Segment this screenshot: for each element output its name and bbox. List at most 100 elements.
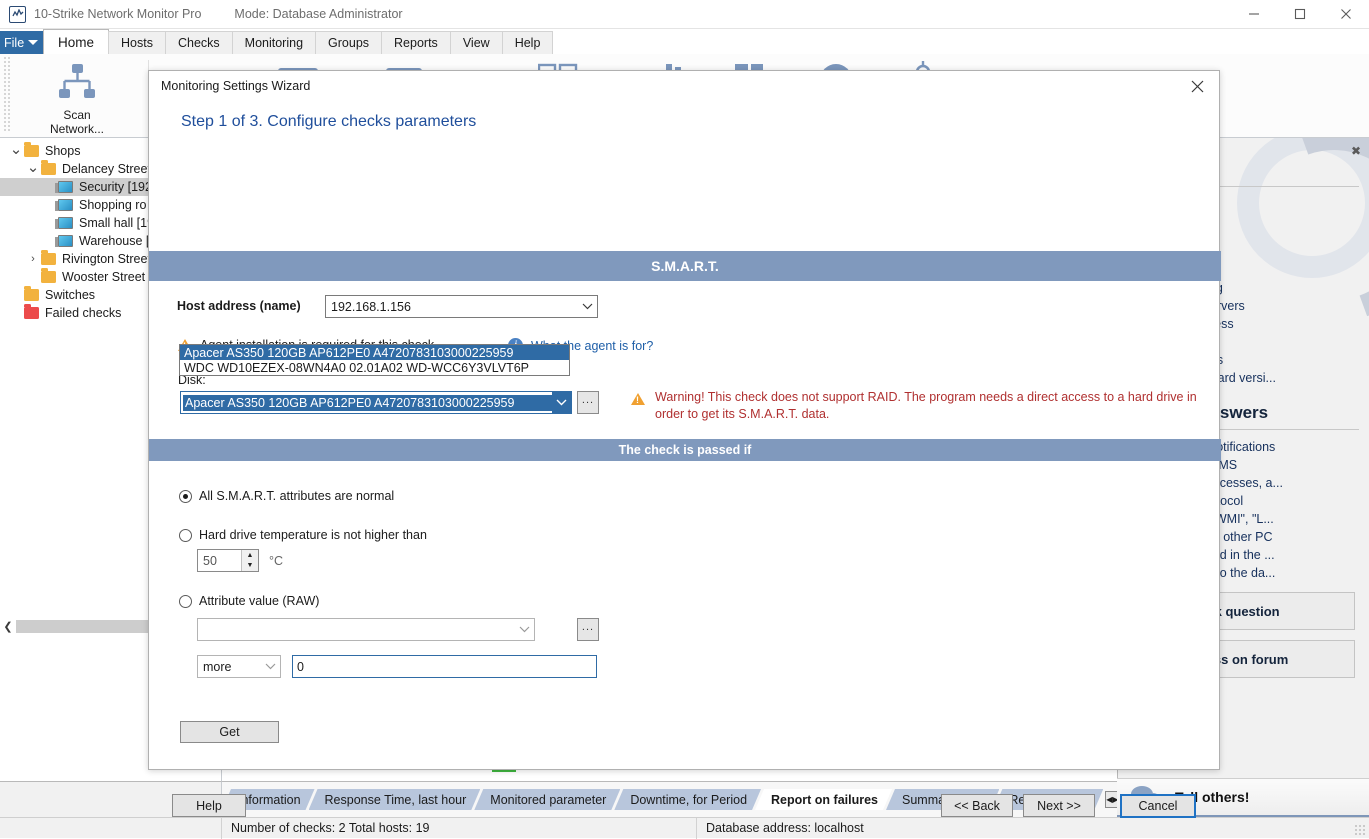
app-title: 10-Strike Network Monitor Pro [34, 7, 202, 21]
disk-option[interactable]: WDC WD10EZEX-08WN4A0 02.01A02 WD-WCC6Y3V… [180, 360, 569, 375]
chevron-down-icon [28, 40, 39, 45]
check-passed-banner: The check is passed if [149, 439, 1221, 461]
chevron-down-icon[interactable] [552, 392, 571, 413]
tab-help[interactable]: Help [501, 31, 554, 54]
tab-monitoring[interactable]: Monitoring [231, 31, 317, 54]
threshold-input[interactable]: 0 [292, 655, 597, 678]
raid-warning-row: Warning! This check does not support RAI… [631, 389, 1201, 423]
monitor-icon [55, 181, 73, 193]
file-menu-button[interactable]: File [0, 31, 44, 54]
disk-selected-value: Apacer AS350 120GB AP612PE0 A47207831030… [183, 394, 552, 411]
close-button[interactable] [1323, 0, 1369, 29]
monitor-icon [55, 235, 73, 247]
cancel-button[interactable]: Cancel [1120, 794, 1196, 818]
radio-temperature-label: Hard drive temperature is not higher tha… [199, 528, 427, 542]
stepper-buttons[interactable]: ▲ ▼ [241, 550, 258, 571]
maximize-button[interactable] [1277, 0, 1323, 29]
window-title-bar: 10-Strike Network Monitor Pro Mode: Data… [0, 0, 1369, 29]
chevron-down-icon[interactable]: ⌄ [8, 140, 24, 158]
help-button[interactable]: Help [172, 794, 246, 817]
get-button[interactable]: Get [180, 721, 279, 743]
check-type-banner: S.M.A.R.T. [149, 251, 1221, 281]
monitor-icon [55, 217, 73, 229]
chevron-down-icon[interactable] [261, 656, 280, 677]
tree-node-label: Delancey Street [62, 162, 151, 176]
attribute-browse-button[interactable]: ... [577, 618, 599, 641]
folder-icon [41, 160, 56, 175]
dialog-title-bar: Monitoring Settings Wizard [149, 71, 1219, 101]
scroll-left-icon[interactable]: ❮ [0, 618, 16, 635]
temperature-unit-label: °C [269, 554, 284, 568]
temperature-stepper[interactable]: 50 ▲ ▼ [197, 549, 259, 572]
scan-network-button[interactable]: Scan Network... [36, 62, 118, 136]
bottom-tab-scroll-buttons[interactable]: ◀▶ [1105, 791, 1117, 808]
folder-red-icon [24, 304, 39, 319]
radio-all-attributes-normal[interactable]: All S.M.A.R.T. attributes are normal [179, 489, 394, 503]
ribbon-grip [3, 56, 11, 132]
bottom-tab-monitored-parameter[interactable]: Monitored parameter [474, 789, 620, 810]
tree-node-label: Small hall [19 [79, 216, 155, 230]
app-mode-label: Mode: Database Administrator [234, 7, 403, 21]
dialog-close-icon[interactable] [1175, 71, 1219, 101]
stepper-down-icon[interactable]: ▼ [242, 561, 258, 572]
monitoring-settings-wizard-dialog: Monitoring Settings Wizard Step 1 of 3. … [148, 70, 1221, 818]
chevron-down-icon[interactable]: ⌄ [25, 158, 41, 176]
disk-browse-button[interactable]: ... [577, 391, 599, 414]
host-address-input[interactable]: 192.168.1.156 [325, 295, 598, 318]
scan-network-label: Scan Network... [49, 108, 104, 136]
status-checks-count: Number of checks: 2 Total hosts: 19 [222, 817, 697, 839]
tree-node-label: Shopping ro [79, 198, 147, 212]
next-button[interactable]: Next >> [1023, 794, 1095, 817]
folder-icon [24, 286, 39, 301]
tree-node-label: Security [192 [79, 180, 152, 194]
folder-icon [24, 142, 39, 157]
chevron-down-icon[interactable] [578, 296, 597, 317]
tab-hosts[interactable]: Hosts [108, 31, 166, 54]
radio-all-attributes-normal-label: All S.M.A.R.T. attributes are normal [199, 489, 395, 503]
radio-indicator-icon [179, 528, 192, 542]
ribbon-tab-bar: File Home Hosts Checks Monitoring Groups… [0, 29, 1369, 54]
network-scan-icon [59, 64, 95, 98]
warning-triangle-icon [631, 393, 645, 405]
radio-indicator-icon [179, 594, 192, 608]
status-cell-empty [0, 817, 222, 839]
tab-scroll-right-icon[interactable]: ▶ [1112, 792, 1117, 807]
resize-grip-icon[interactable] [1354, 824, 1366, 836]
tree-node-label: Warehouse [ [79, 234, 150, 248]
tab-groups[interactable]: Groups [315, 31, 383, 54]
bottom-tab-downtime-for-period[interactable]: Downtime, for Period [614, 789, 761, 810]
bottom-tab-response-time-last-hour[interactable]: Response Time, last hour [309, 789, 481, 810]
tab-view[interactable]: View [449, 31, 503, 54]
tree-node-label: Rivington Street [62, 252, 151, 266]
threshold-value: 0 [297, 659, 304, 674]
wizard-step-heading: Step 1 of 3. Configure checks parameters [181, 113, 477, 130]
bottom-tab-report-on-failures[interactable]: Report on failures [755, 789, 892, 810]
attribute-select[interactable] [197, 618, 535, 641]
file-menu-label: File [4, 35, 25, 50]
tab-checks[interactable]: Checks [164, 31, 233, 54]
disk-select[interactable]: Apacer AS350 120GB AP612PE0 A47207831030… [180, 391, 572, 414]
back-button[interactable]: << Back [941, 794, 1013, 817]
comparison-selected-value: more [203, 659, 232, 674]
radio-attribute-value[interactable]: Attribute value (RAW) [179, 594, 319, 608]
tab-home[interactable]: Home [43, 29, 110, 54]
window-controls [1231, 0, 1369, 29]
status-bar: Number of checks: 2 Total hosts: 19 Data… [0, 817, 1369, 839]
folder-icon [41, 268, 56, 283]
status-database-address: Database address: localhost [706, 821, 864, 835]
disk-option[interactable]: Apacer AS350 120GB AP612PE0 A47207831030… [180, 345, 569, 360]
disk-dropdown-list[interactable]: Apacer AS350 120GB AP612PE0 A47207831030… [179, 344, 570, 376]
comparison-select[interactable]: more [197, 655, 281, 678]
temperature-value: 50 [203, 553, 217, 568]
minimize-button[interactable] [1231, 0, 1277, 29]
radio-temperature[interactable]: Hard drive temperature is not higher tha… [179, 528, 427, 542]
stepper-up-icon[interactable]: ▲ [242, 550, 258, 561]
host-address-label: Host address (name) [177, 299, 301, 313]
tab-reports[interactable]: Reports [381, 31, 451, 54]
folder-icon [41, 250, 56, 265]
tree-node-label: Shops [45, 144, 81, 158]
radio-indicator-icon [179, 489, 192, 503]
chevron-right-icon[interactable]: › [25, 253, 41, 265]
tree-node-label: Switches [45, 288, 96, 302]
chevron-down-icon[interactable] [515, 619, 534, 640]
